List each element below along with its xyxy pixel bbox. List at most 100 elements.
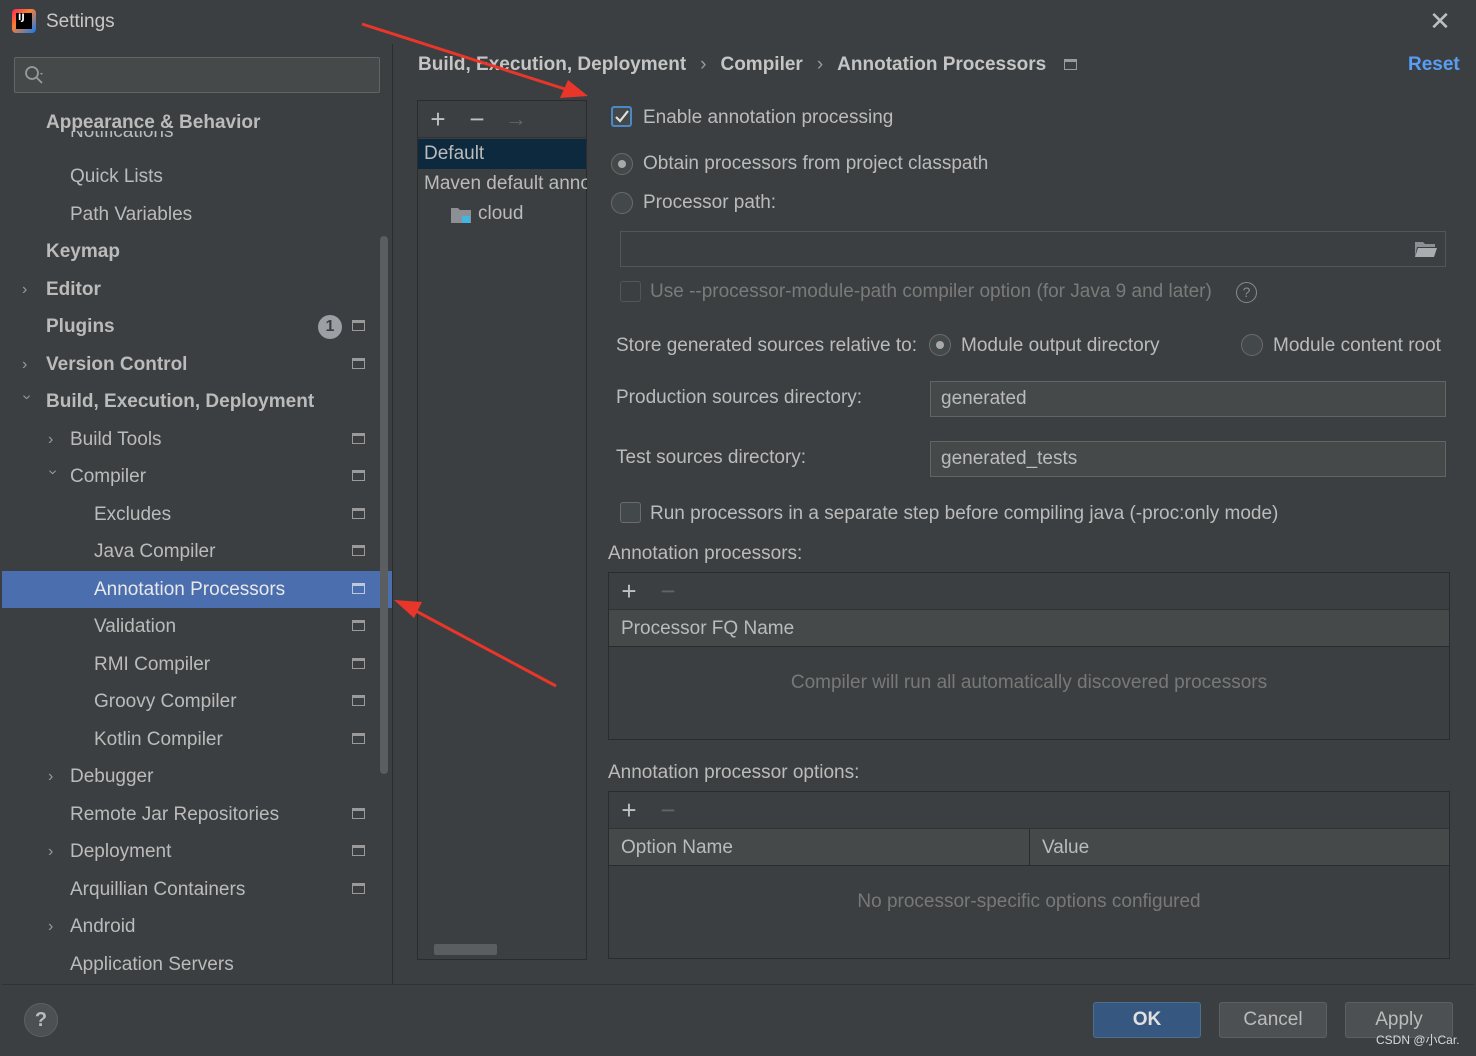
processor-module-path-label[interactable]: Use --processor-module-path compiler opt… (650, 281, 1212, 303)
sidebar-item-java-compiler[interactable]: Java Compiler (94, 533, 215, 570)
separate-step-checkbox[interactable] (620, 502, 641, 523)
checkmark-icon (615, 110, 629, 123)
sidebar-item-annotation-processors[interactable]: Annotation Processors (94, 571, 285, 608)
sidebar-item-label: Compiler (70, 466, 147, 487)
project-level-icon (352, 358, 365, 369)
chevron-right-icon[interactable]: › (22, 346, 36, 383)
sidebar-item-keymap[interactable]: Keymap (46, 233, 120, 270)
sidebar-item-arquillian-containers[interactable]: Arquillian Containers (70, 871, 245, 908)
options-empty-text: No processor-specific options configured (857, 891, 1201, 912)
project-level-icon (352, 695, 365, 706)
add-profile-button[interactable]: + (426, 106, 450, 132)
sidebar-item-label: Deployment (70, 841, 172, 862)
sidebar-divider (392, 44, 393, 984)
project-level-icon (352, 883, 365, 894)
breadcrumb-annotation-processors: Annotation Processors (837, 54, 1047, 75)
options-table-toolbar: + − (609, 792, 1449, 829)
profile-maven-default[interactable]: Maven default annotation processors prof… (424, 173, 587, 195)
sidebar-item-path-variables[interactable]: Path Variables (70, 196, 192, 233)
window-title: Settings (46, 11, 115, 32)
project-level-icon (352, 508, 365, 519)
breadcrumb-compiler[interactable]: Compiler (720, 54, 802, 76)
processor-path-label[interactable]: Processor path: (643, 192, 776, 214)
breadcrumb: Build, Execution, Deployment › Compiler › An… (418, 54, 1078, 82)
add-processor-button[interactable]: + (617, 578, 641, 604)
close-icon[interactable]: ✕ (1426, 6, 1454, 36)
sidebar-item-groovy-compiler[interactable]: Groovy Compiler (94, 683, 237, 720)
watermark: CSDN @小Car. (1376, 1033, 1460, 1047)
module-folder-icon (451, 208, 471, 223)
sidebar-item-quick-lists[interactable]: Quick Lists (70, 158, 163, 195)
value-column-header[interactable]: Value (1030, 829, 1449, 866)
sidebar-item-plugins[interactable]: Plugins (46, 308, 115, 345)
obtain-from-classpath-label[interactable]: Obtain processors from project classpath (643, 153, 988, 175)
module-content-root-label[interactable]: Module content root (1273, 335, 1441, 357)
chevron-right-icon[interactable]: › (22, 271, 36, 308)
project-level-icon (352, 620, 365, 631)
separate-step-label[interactable]: Run processors in a separate step before… (650, 503, 1278, 525)
cancel-button[interactable]: Cancel (1219, 1002, 1327, 1038)
processor-path-radio[interactable] (611, 192, 633, 214)
enable-annotation-processing-label[interactable]: Enable annotation processing (643, 107, 893, 129)
chevron-right-icon[interactable]: › (48, 908, 62, 945)
move-to-profile-button[interactable]: → (504, 107, 528, 131)
profile-module-cloud[interactable]: cloud (478, 203, 523, 225)
sidebar-scrollbar[interactable] (380, 236, 388, 774)
settings-search-input[interactable] (14, 57, 380, 93)
sidebar-item-notifications[interactable]: Notifications (70, 131, 174, 149)
processors-empty-text: Compiler will run all automatically disc… (790, 672, 1268, 693)
test-sources-input[interactable]: generated_tests (930, 441, 1446, 477)
chevron-right-icon[interactable]: › (48, 833, 62, 870)
folder-browse-icon[interactable] (1414, 240, 1438, 258)
remove-option-button[interactable]: − (656, 797, 680, 823)
ok-button[interactable]: OK (1093, 1002, 1201, 1038)
sidebar-item-label: Android (70, 916, 136, 937)
app-icon-letters: IJ (16, 13, 32, 29)
processors-table-toolbar: + − (609, 573, 1449, 610)
reset-link[interactable]: Reset (1408, 54, 1460, 76)
sidebar-item-rmi-compiler[interactable]: RMI Compiler (94, 646, 210, 683)
processor-path-input[interactable] (620, 231, 1446, 267)
sidebar-item-label: Build, Execution, Deployment (46, 391, 315, 412)
sidebar-item-remote-jar-repositories[interactable]: Remote Jar Repositories (70, 796, 279, 833)
project-level-icon (352, 845, 365, 856)
module-content-root-radio[interactable] (1241, 334, 1263, 356)
processor-module-path-checkbox[interactable] (620, 281, 641, 302)
sidebar-item-kotlin-compiler[interactable]: Kotlin Compiler (94, 721, 223, 758)
project-level-icon (352, 470, 365, 481)
sidebar-item-application-servers[interactable]: Application Servers (70, 946, 234, 983)
module-output-directory-label[interactable]: Module output directory (961, 335, 1160, 357)
chevron-right-icon[interactable]: › (48, 758, 62, 795)
sidebar-item-label: Build Tools (70, 429, 162, 450)
help-button[interactable]: ? (24, 1003, 58, 1037)
project-level-icon (352, 658, 365, 669)
remove-profile-button[interactable]: − (465, 106, 489, 132)
test-sources-label: Test sources directory: (616, 447, 807, 468)
help-icon[interactable]: ? (1236, 282, 1257, 303)
sidebar-item-excludes[interactable]: Excludes (94, 496, 171, 533)
chevron-right-icon[interactable]: › (48, 421, 62, 458)
sidebar-item-label: Debugger (70, 766, 154, 787)
chevron-down-icon[interactable]: › (9, 395, 46, 409)
sidebar-item-validation[interactable]: Validation (94, 608, 176, 645)
add-option-button[interactable]: + (617, 797, 641, 823)
breadcrumb-build-execution-deployment[interactable]: Build, Execution, Deployment (418, 54, 686, 76)
project-level-icon (352, 433, 365, 444)
processor-fq-name-column-header[interactable]: Processor FQ Name (609, 610, 1449, 647)
production-sources-label: Production sources directory: (616, 387, 863, 408)
plugins-update-badge: 1 (318, 315, 342, 339)
enable-annotation-processing-checkbox[interactable] (611, 106, 632, 127)
breadcrumb-separator: › (816, 54, 824, 75)
title-bar (0, 0, 1476, 44)
store-generated-label: Store generated sources relative to: (616, 335, 918, 356)
module-output-directory-radio[interactable] (929, 334, 951, 356)
option-name-column-header[interactable]: Option Name (609, 829, 1030, 866)
annotation-processors-title: Annotation processors: (608, 543, 803, 564)
project-level-icon (352, 320, 365, 331)
profiles-horizontal-scrollbar[interactable] (434, 944, 497, 955)
remove-processor-button[interactable]: − (656, 578, 680, 604)
chevron-down-icon[interactable]: › (35, 470, 72, 484)
obtain-from-classpath-radio[interactable] (611, 153, 633, 175)
production-sources-input[interactable]: generated (930, 381, 1446, 417)
profile-default[interactable]: Default (424, 143, 584, 165)
